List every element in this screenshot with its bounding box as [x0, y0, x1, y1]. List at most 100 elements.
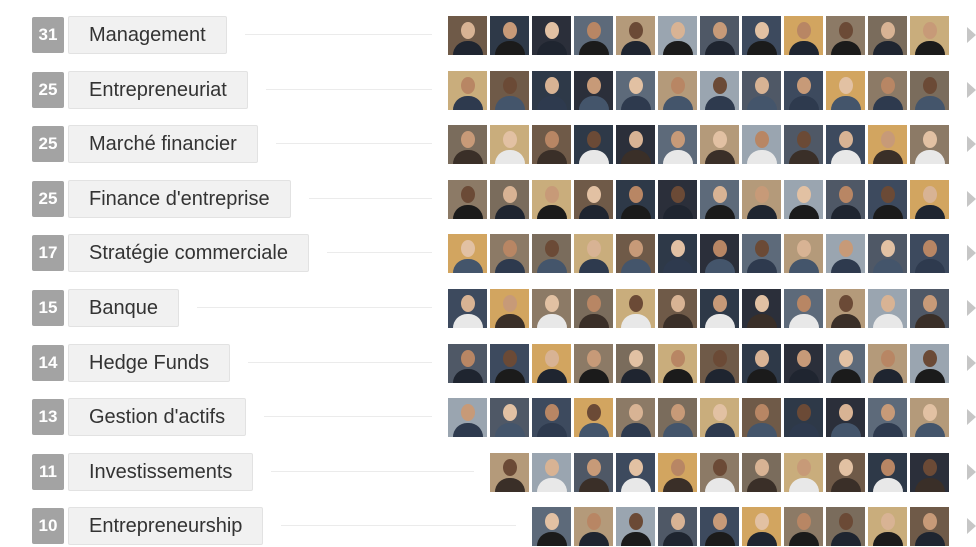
- endorser-avatar[interactable]: [700, 70, 739, 110]
- endorser-avatar[interactable]: [784, 288, 823, 328]
- endorsement-count[interactable]: 25: [32, 181, 64, 217]
- endorser-avatar[interactable]: [532, 506, 571, 546]
- endorser-avatar[interactable]: [616, 124, 655, 164]
- endorser-avatar[interactable]: [784, 70, 823, 110]
- endorser-avatar[interactable]: [742, 288, 781, 328]
- chevron-right-icon[interactable]: [967, 245, 976, 261]
- endorsement-count[interactable]: 10: [32, 508, 64, 544]
- endorser-avatar[interactable]: [742, 179, 781, 219]
- endorser-avatar[interactable]: [616, 233, 655, 273]
- endorser-avatar[interactable]: [910, 397, 949, 437]
- skill-name[interactable]: Entrepreneurship: [68, 507, 264, 545]
- endorser-avatar[interactable]: [658, 397, 697, 437]
- endorser-avatar[interactable]: [868, 397, 907, 437]
- endorser-avatar[interactable]: [700, 179, 739, 219]
- endorser-avatar[interactable]: [490, 124, 529, 164]
- chevron-right-icon[interactable]: [967, 300, 976, 316]
- endorser-avatar[interactable]: [742, 397, 781, 437]
- skill-name[interactable]: Marché financier: [68, 125, 258, 163]
- endorser-avatar[interactable]: [448, 233, 487, 273]
- endorser-avatar[interactable]: [910, 452, 949, 492]
- endorser-avatar[interactable]: [910, 506, 949, 546]
- endorser-avatar[interactable]: [532, 233, 571, 273]
- skill-name[interactable]: Gestion d'actifs: [68, 398, 247, 436]
- endorser-avatar[interactable]: [826, 179, 865, 219]
- endorser-avatar[interactable]: [784, 179, 823, 219]
- endorsement-count[interactable]: 17: [32, 235, 64, 271]
- endorser-avatar[interactable]: [826, 70, 865, 110]
- endorser-avatar[interactable]: [490, 179, 529, 219]
- endorser-avatar[interactable]: [574, 288, 613, 328]
- endorser-avatar[interactable]: [574, 124, 613, 164]
- endorser-avatar[interactable]: [448, 124, 487, 164]
- endorser-avatar[interactable]: [826, 288, 865, 328]
- endorser-avatar[interactable]: [532, 179, 571, 219]
- endorser-avatar[interactable]: [448, 15, 487, 55]
- endorser-avatar[interactable]: [868, 343, 907, 383]
- chevron-right-icon[interactable]: [967, 136, 976, 152]
- skill-name[interactable]: Investissements: [68, 453, 254, 491]
- endorser-avatar[interactable]: [868, 179, 907, 219]
- endorser-avatar[interactable]: [868, 124, 907, 164]
- endorser-avatar[interactable]: [616, 452, 655, 492]
- endorser-avatar[interactable]: [826, 233, 865, 273]
- endorser-avatar[interactable]: [532, 288, 571, 328]
- endorser-avatar[interactable]: [868, 15, 907, 55]
- endorser-avatar[interactable]: [784, 452, 823, 492]
- endorser-avatar[interactable]: [700, 343, 739, 383]
- endorser-avatar[interactable]: [490, 343, 529, 383]
- endorser-avatar[interactable]: [616, 15, 655, 55]
- endorser-avatar[interactable]: [616, 397, 655, 437]
- endorser-avatar[interactable]: [910, 233, 949, 273]
- endorser-avatar[interactable]: [700, 506, 739, 546]
- endorser-avatar[interactable]: [490, 452, 529, 492]
- endorser-avatar[interactable]: [784, 15, 823, 55]
- endorser-avatar[interactable]: [910, 343, 949, 383]
- endorser-avatar[interactable]: [826, 506, 865, 546]
- endorser-avatar[interactable]: [742, 233, 781, 273]
- endorser-avatar[interactable]: [658, 70, 697, 110]
- endorser-avatar[interactable]: [616, 70, 655, 110]
- chevron-right-icon[interactable]: [967, 82, 976, 98]
- endorser-avatar[interactable]: [826, 397, 865, 437]
- endorsement-count[interactable]: 14: [32, 345, 64, 381]
- chevron-right-icon[interactable]: [967, 409, 976, 425]
- endorser-avatar[interactable]: [868, 506, 907, 546]
- chevron-right-icon[interactable]: [967, 464, 976, 480]
- chevron-right-icon[interactable]: [967, 27, 976, 43]
- endorser-avatar[interactable]: [658, 179, 697, 219]
- endorser-avatar[interactable]: [490, 70, 529, 110]
- endorser-avatar[interactable]: [532, 124, 571, 164]
- endorser-avatar[interactable]: [574, 397, 613, 437]
- endorser-avatar[interactable]: [784, 343, 823, 383]
- endorser-avatar[interactable]: [910, 179, 949, 219]
- endorser-avatar[interactable]: [784, 397, 823, 437]
- endorser-avatar[interactable]: [868, 288, 907, 328]
- endorser-avatar[interactable]: [532, 397, 571, 437]
- endorser-avatar[interactable]: [742, 452, 781, 492]
- chevron-right-icon[interactable]: [967, 191, 976, 207]
- endorser-avatar[interactable]: [490, 15, 529, 55]
- skill-name[interactable]: Hedge Funds: [68, 344, 231, 382]
- endorsement-count[interactable]: 25: [32, 72, 64, 108]
- endorser-avatar[interactable]: [490, 288, 529, 328]
- skill-name[interactable]: Stratégie commerciale: [68, 234, 309, 272]
- endorser-avatar[interactable]: [784, 233, 823, 273]
- endorser-avatar[interactable]: [574, 233, 613, 273]
- endorser-avatar[interactable]: [658, 124, 697, 164]
- endorser-avatar[interactable]: [574, 70, 613, 110]
- endorser-avatar[interactable]: [616, 179, 655, 219]
- endorser-avatar[interactable]: [448, 70, 487, 110]
- endorser-avatar[interactable]: [700, 233, 739, 273]
- endorser-avatar[interactable]: [826, 343, 865, 383]
- endorser-avatar[interactable]: [742, 15, 781, 55]
- endorser-avatar[interactable]: [574, 15, 613, 55]
- endorsement-count[interactable]: 25: [32, 126, 64, 162]
- chevron-right-icon[interactable]: [967, 518, 976, 534]
- endorser-avatar[interactable]: [448, 343, 487, 383]
- endorser-avatar[interactable]: [868, 452, 907, 492]
- endorser-avatar[interactable]: [532, 452, 571, 492]
- endorser-avatar[interactable]: [658, 506, 697, 546]
- skill-name[interactable]: Entrepreneuriat: [68, 71, 248, 109]
- endorsement-count[interactable]: 11: [32, 454, 64, 490]
